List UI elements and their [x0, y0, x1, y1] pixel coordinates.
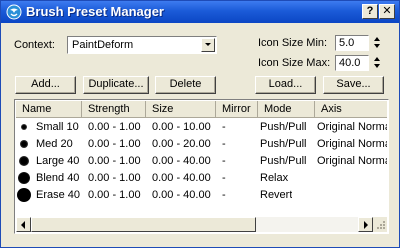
brush-medium-icon: [20, 140, 28, 148]
brush-erase-icon: [17, 188, 31, 202]
title-bar[interactable]: Brush Preset Manager ? ✕: [1, 1, 399, 23]
window-title: Brush Preset Manager: [26, 4, 164, 19]
arrow-left-icon: [21, 221, 25, 229]
icon-size-min-value: 5.0: [339, 37, 355, 49]
add-button[interactable]: Add...: [15, 76, 76, 94]
size-grip[interactable]: [373, 217, 387, 232]
delete-button[interactable]: Delete: [155, 76, 216, 94]
list-rows: Small 10 0.00 - 1.00 0.00 - 10.00 - Push…: [16, 118, 387, 217]
column-header-mode[interactable]: Mode: [258, 101, 315, 118]
table-row[interactable]: Blend 40 0.00 - 1.00 0.00 - 40.00 - Rela…: [16, 170, 387, 187]
spinner-down-icon: [374, 64, 380, 68]
cell-mirror: -: [222, 155, 226, 167]
preset-list[interactable]: Name Strength Size Mirror Mode Axis Smal…: [14, 99, 389, 234]
icon-size-min-spinner[interactable]: [372, 35, 382, 51]
icon-size-min-label: Icon Size Min:: [258, 37, 328, 49]
cell-name: Erase 40: [36, 189, 81, 201]
cell-size: 0.00 - 20.00: [152, 138, 211, 150]
icon-size-max-spinner[interactable]: [372, 55, 382, 71]
dropdown-arrow-button[interactable]: [201, 38, 215, 52]
arrow-right-icon: [364, 221, 368, 229]
duplicate-button[interactable]: Duplicate...: [83, 76, 149, 94]
cell-name: Small 10: [36, 121, 79, 133]
scrollbar-thumb[interactable]: [31, 217, 256, 232]
load-button[interactable]: Load...: [255, 76, 316, 94]
cell-mode: Revert: [260, 189, 293, 201]
cell-mode: Push/Pull: [260, 121, 307, 133]
cell-size: 0.00 - 40.00: [152, 189, 211, 201]
scroll-left-button[interactable]: [16, 217, 31, 232]
brush-blend-icon: [18, 172, 30, 184]
cell-name: Blend 40: [36, 172, 80, 184]
column-header-strength[interactable]: Strength: [82, 101, 146, 118]
cell-size: 0.00 - 10.00: [152, 121, 211, 133]
spinner-down-icon: [374, 44, 380, 48]
scroll-right-button[interactable]: [358, 217, 373, 232]
cell-size: 0.00 - 40.00: [152, 155, 211, 167]
icon-size-max-field[interactable]: 40.0: [335, 55, 369, 71]
icon-size-max-label: Icon Size Max:: [258, 57, 331, 69]
cell-strength: 0.00 - 1.00: [88, 121, 141, 133]
icon-size-max-value: 40.0: [339, 57, 361, 69]
table-row[interactable]: Large 40 0.00 - 1.00 0.00 - 40.00 - Push…: [16, 153, 387, 170]
cell-mode: Relax: [260, 172, 289, 184]
cell-strength: 0.00 - 1.00: [88, 138, 141, 150]
cell-mode: Push/Pull: [260, 138, 307, 150]
chevron-down-icon: [205, 43, 211, 46]
column-header-axis[interactable]: Axis: [315, 101, 387, 118]
cell-mirror: -: [222, 138, 226, 150]
app-icon: [6, 4, 22, 20]
cell-mirror: -: [222, 189, 226, 201]
brush-preset-manager-window: Brush Preset Manager ? ✕ Context: PaintD…: [0, 0, 400, 248]
context-dropdown[interactable]: PaintDeform: [67, 36, 217, 54]
cell-axis: Original Normals: [317, 121, 387, 133]
cell-mode: Push/Pull: [260, 155, 307, 167]
table-row[interactable]: Med 20 0.00 - 1.00 0.00 - 20.00 - Push/P…: [16, 136, 387, 153]
cell-name: Med 20: [36, 138, 73, 150]
cell-size: 0.00 - 40.00: [152, 172, 211, 184]
cell-name: Large 40: [36, 155, 80, 167]
context-value: PaintDeform: [72, 39, 134, 51]
help-button[interactable]: ?: [362, 4, 378, 19]
horizontal-scrollbar[interactable]: [16, 217, 373, 232]
column-header-size[interactable]: Size: [146, 101, 216, 118]
cell-mirror: -: [222, 172, 226, 184]
brush-large-icon: [19, 156, 29, 166]
spinner-up-icon: [374, 37, 380, 41]
table-row[interactable]: Erase 40 0.00 - 1.00 0.00 - 40.00 - Reve…: [16, 187, 387, 204]
icon-size-min-field[interactable]: 5.0: [335, 35, 369, 51]
cell-mirror: -: [222, 121, 226, 133]
column-header-name[interactable]: Name: [16, 101, 82, 118]
brush-small-icon: [21, 124, 27, 130]
close-button[interactable]: ✕: [379, 4, 395, 19]
cell-axis: Original Normals: [317, 155, 387, 167]
cell-strength: 0.00 - 1.00: [88, 155, 141, 167]
column-header-mirror[interactable]: Mirror: [216, 101, 258, 118]
cell-strength: 0.00 - 1.00: [88, 189, 141, 201]
list-header: Name Strength Size Mirror Mode Axis: [16, 101, 387, 118]
cell-strength: 0.00 - 1.00: [88, 172, 141, 184]
context-label: Context:: [14, 39, 55, 51]
spinner-up-icon: [374, 57, 380, 61]
save-button[interactable]: Save...: [323, 76, 384, 94]
table-row[interactable]: Small 10 0.00 - 1.00 0.00 - 10.00 - Push…: [16, 119, 387, 136]
cell-axis: Original Normals: [317, 138, 387, 150]
